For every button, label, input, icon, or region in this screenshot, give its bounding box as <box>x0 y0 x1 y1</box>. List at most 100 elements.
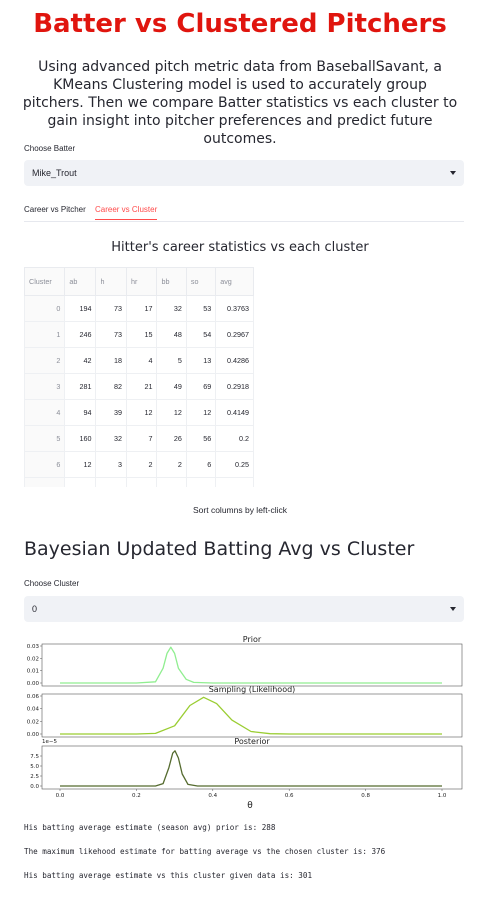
x-tick-label: 0.2 <box>132 793 141 799</box>
table-cell: 281 <box>64 373 97 400</box>
table-cell: 82 <box>95 373 127 400</box>
table-cell: 5 <box>156 347 187 374</box>
bayes-section-title: Bayesian Updated Batting Avg vs Cluster <box>24 538 415 560</box>
y-scale-note: 1e−5 <box>42 739 57 745</box>
table-cell: 0.25 <box>215 451 254 478</box>
column-header[interactable]: Cluster <box>24 267 66 296</box>
row-index-cell: 1 <box>24 321 66 348</box>
table-cell: 12 <box>64 451 97 478</box>
mle-estimate-text: The maximum likehood estimate for battin… <box>24 847 386 856</box>
subplot-frame <box>41 643 463 687</box>
subplot-frame <box>41 745 463 790</box>
table-cell: 18 <box>95 347 127 374</box>
y-tick-label: 0.02 <box>27 656 39 662</box>
table-cell: 19 <box>95 477 127 487</box>
batter-select-value: Mike_Trout <box>32 168 77 178</box>
table-cell: 49 <box>156 373 187 400</box>
sort-note: Sort columns by left-click <box>193 505 287 515</box>
column-header[interactable]: h <box>95 267 127 296</box>
table-cell: 94 <box>64 399 97 426</box>
table-row: 5 160 32 7 26 56 0.2 <box>24 425 254 452</box>
table-row: 3 281 82 21 49 69 0.2918 <box>24 373 254 400</box>
bayes-density-chart: Prior 0.03 0.02 0.01 0.00 Sampling (Likelihoo… <box>27 635 463 810</box>
chevron-down-icon <box>450 171 456 175</box>
table-cell: 4 <box>125 347 158 374</box>
subplot-title: Posterior <box>234 737 270 746</box>
table-cell: 73 <box>95 295 127 322</box>
y-tick-label: 2.5 <box>30 774 39 780</box>
table-cell: 2 <box>156 451 187 478</box>
chevron-down-icon <box>450 607 456 611</box>
table-cell: 12 <box>185 399 217 426</box>
x-tick-label: 0.6 <box>285 793 294 799</box>
tab-career-vs-pitcher[interactable]: Career vs Pitcher <box>24 205 86 219</box>
y-tick-label: 0.01 <box>27 669 39 675</box>
table-cell: 5 <box>125 477 158 487</box>
subplot-title: Sampling (Likelihood) <box>209 685 296 694</box>
table-cell: 54 <box>185 321 217 348</box>
column-header[interactable]: ab <box>64 267 97 296</box>
table-cell: 0.4286 <box>215 347 254 374</box>
tab-career-vs-cluster[interactable]: Career vs Cluster <box>95 205 158 220</box>
table-cell: 48 <box>156 321 187 348</box>
row-index-cell: 4 <box>24 399 66 426</box>
table-cell: 56 <box>185 425 217 452</box>
y-tick-label: 0.02 <box>27 719 39 725</box>
table-cell: 17 <box>125 295 158 322</box>
table-cell: 66 <box>64 477 97 487</box>
y-tick-label: 0.00 <box>27 732 40 738</box>
cluster-select[interactable]: 0 <box>24 596 464 622</box>
table-cell: 32 <box>156 295 187 322</box>
table-cell: 12 <box>125 399 158 426</box>
y-tick-label: 0.04 <box>27 707 40 713</box>
table-cell: 13 <box>185 347 217 374</box>
table-cell: 0.2918 <box>215 373 254 400</box>
column-header[interactable]: hr <box>125 267 158 296</box>
y-tick-label: 0.0 <box>30 784 39 790</box>
table-cell: 0.4149 <box>215 399 254 426</box>
table-cell: 26 <box>156 425 187 452</box>
table-cell: 0.2879 <box>215 477 254 487</box>
page-title: Batter vs Clustered Pitchers <box>33 9 447 39</box>
y-tick-label: 0.06 <box>27 694 40 700</box>
column-header[interactable]: so <box>185 267 217 296</box>
x-axis-label: θ <box>247 801 253 810</box>
y-tick-label: 7.5 <box>30 754 39 760</box>
x-tick-label: 0.0 <box>56 793 65 799</box>
row-index-cell: 3 <box>24 373 66 400</box>
table-row: 76619510230.2879 <box>24 477 254 487</box>
batter-select-label: Choose Batter <box>24 144 76 153</box>
row-index-cell: 2 <box>24 347 66 374</box>
table-cell: 53 <box>185 295 217 322</box>
table-row: 0 194 73 17 32 53 0.3763 <box>24 295 254 322</box>
subplot-frame <box>41 693 463 738</box>
subplot-title: Prior <box>243 635 262 644</box>
x-tick-label: 0.4 <box>208 793 217 799</box>
table-cell: 23 <box>185 477 217 487</box>
x-tick-label: 0.8 <box>361 793 370 799</box>
batter-select[interactable]: Mike_Trout <box>24 160 464 186</box>
row-index-cell: 6 <box>24 451 66 478</box>
column-header[interactable]: avg <box>215 267 254 296</box>
table-row: 6 12 3 2 2 6 0.25 <box>24 451 254 478</box>
table-row: 2 42 18 4 5 13 0.4286 <box>24 347 254 374</box>
table-cell: 73 <box>95 321 127 348</box>
table-cell: 39 <box>95 399 127 426</box>
table-cell: 6 <box>185 451 217 478</box>
tab-bar: Career vs Pitcher Career vs Cluster <box>24 203 464 222</box>
table-cell: 32 <box>95 425 127 452</box>
table-cell: 0.2967 <box>215 321 254 348</box>
career-stats-table[interactable]: Cluster ab h hr bb so avg 0 194 73 17 32 53 0.3763 1 2… <box>24 267 254 487</box>
table-cell: 2 <box>125 451 158 478</box>
table-row: 4 94 39 12 12 12 0.4149 <box>24 399 254 426</box>
career-section-title: Hitter's career statistics vs each clust… <box>111 240 369 255</box>
table-cell: 0.3763 <box>215 295 254 322</box>
row-index-cell: 5 <box>24 425 66 452</box>
row-index-cell: 7 <box>24 477 66 487</box>
table-cell: 160 <box>64 425 97 452</box>
table-cell: 21 <box>125 373 158 400</box>
table-cell: 69 <box>185 373 217 400</box>
y-tick-label: 0.00 <box>27 681 40 687</box>
column-header[interactable]: bb <box>156 267 187 296</box>
x-tick-label: 1.0 <box>438 793 447 799</box>
